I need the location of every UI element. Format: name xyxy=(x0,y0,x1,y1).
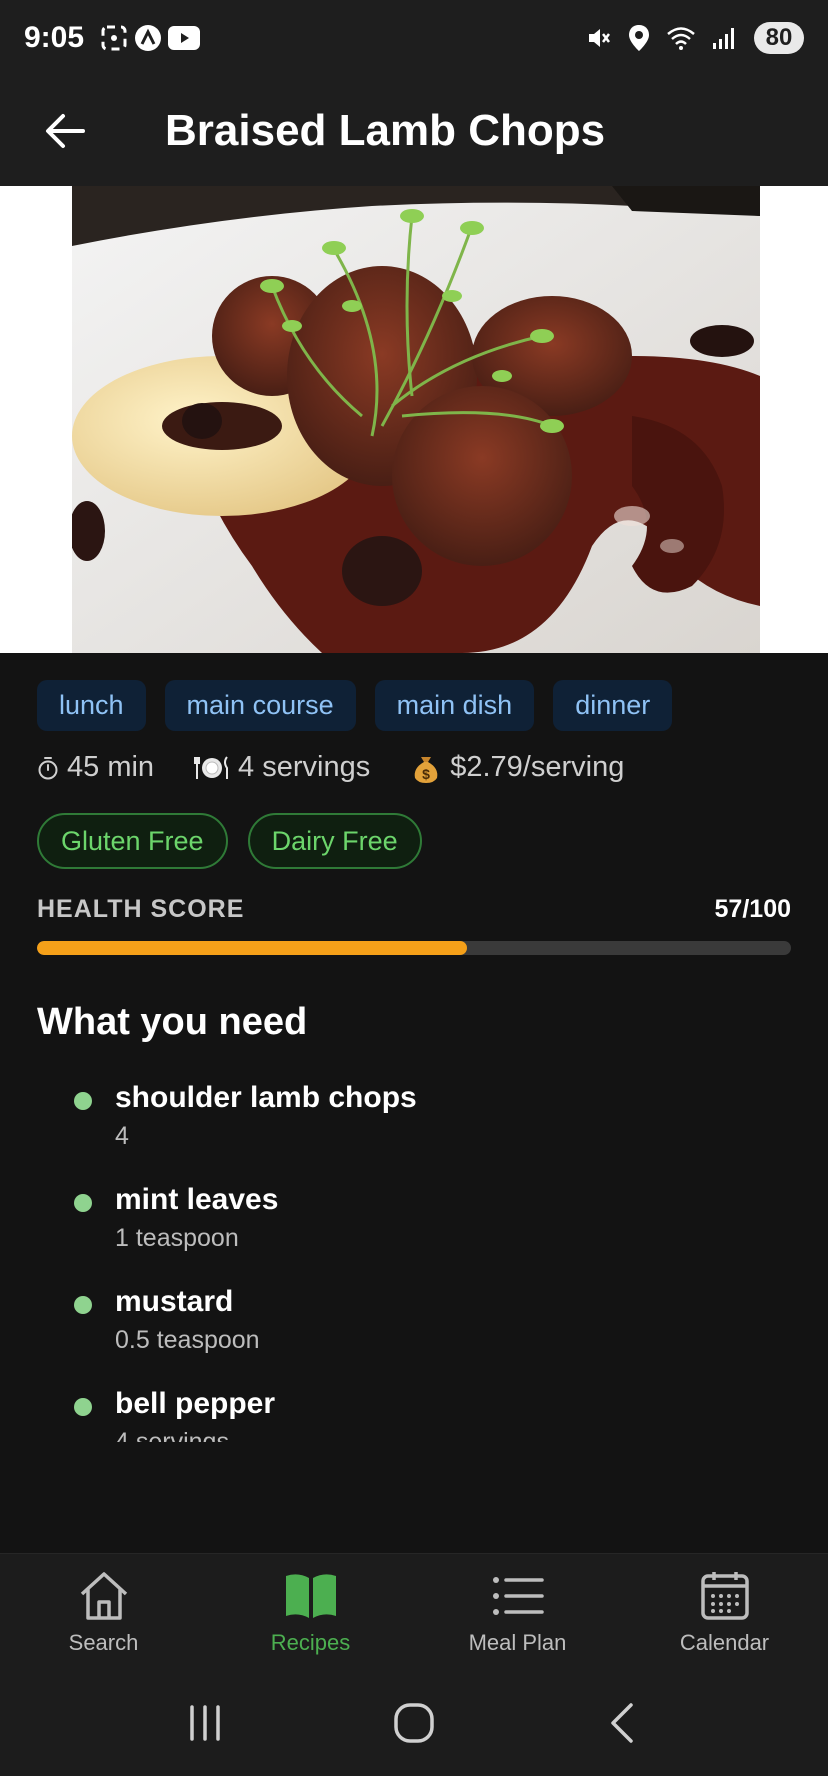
ingredient-quantity: 4 servings xyxy=(115,1428,229,1442)
ingredient-name: bell pepper xyxy=(115,1387,276,1420)
battery-indicator: 80 xyxy=(754,22,804,54)
status-bar: 9:05 80 xyxy=(0,0,828,76)
list-item: shoulder lamb chops 4 xyxy=(72,1078,772,1180)
health-score-bar xyxy=(37,941,791,955)
price-text: $2.79/serving xyxy=(450,751,625,783)
ingredient-name: mustard xyxy=(115,1285,234,1318)
list-icon xyxy=(492,1577,544,1615)
stopwatch-icon xyxy=(37,756,59,780)
nav-label: Recipes xyxy=(270,1630,351,1655)
recipe-image xyxy=(72,186,760,653)
health-score-value: 57/100 xyxy=(714,895,791,923)
recent-apps-button[interactable] xyxy=(165,1693,245,1753)
ingredient-name: mint leaves xyxy=(115,1183,279,1216)
calendar-icon xyxy=(700,1572,749,1620)
recent-apps-icon xyxy=(189,1704,220,1741)
tag-chip[interactable]: main dish xyxy=(374,680,535,731)
recipe-image-container xyxy=(0,186,828,653)
diet-list: Gluten Free Dairy Free xyxy=(37,813,422,869)
servings-text: 4 servings xyxy=(238,751,371,783)
nav-label: Search xyxy=(68,1630,139,1655)
chevron-left-icon xyxy=(611,1702,634,1743)
bullet-icon xyxy=(74,1092,92,1110)
nav-label: Calendar xyxy=(679,1630,770,1655)
status-time: 9:05 xyxy=(24,21,85,54)
diet-badge: Dairy Free xyxy=(247,813,422,869)
tag-chip[interactable]: main course xyxy=(164,680,356,731)
back-arrow-icon xyxy=(46,114,85,148)
ingredient-list: shoulder lamb chops 4 mint leaves 1 teas… xyxy=(72,1078,772,1442)
price: $ $2.79/serving xyxy=(410,751,624,784)
ingredient-quantity: 4 xyxy=(115,1122,129,1150)
page-title: Braised Lamb Chops xyxy=(165,106,606,155)
ingredient-quantity: 1 teaspoon xyxy=(115,1224,239,1252)
home-icon xyxy=(80,1572,127,1620)
tag-chip[interactable]: lunch xyxy=(37,680,146,731)
ingredient-quantity: 0.5 teaspoon xyxy=(115,1326,260,1354)
list-item: mustard 0.5 teaspoon xyxy=(72,1282,772,1384)
money-bag-icon: $ xyxy=(410,752,442,784)
recipe-meta: 45 min 4 servings $ $2.79/serving xyxy=(37,751,664,784)
bottom-navigation: Search Recipes Meal Plan Calendar xyxy=(0,1553,828,1669)
svg-text:$: $ xyxy=(422,766,430,782)
tag-chip[interactable]: dinner xyxy=(553,680,673,731)
nav-meal-plan[interactable]: Meal Plan xyxy=(414,1554,621,1669)
back-button[interactable] xyxy=(25,91,105,171)
app-notification-icon xyxy=(134,24,162,52)
tag-list: lunch main course main dish dinner xyxy=(37,680,673,731)
home-circle-icon xyxy=(394,1702,434,1743)
location-icon xyxy=(628,24,650,52)
mute-icon xyxy=(586,25,612,51)
home-button[interactable] xyxy=(374,1693,454,1753)
health-score-fill xyxy=(37,941,467,955)
nav-label: Meal Plan xyxy=(468,1630,567,1655)
wifi-icon xyxy=(666,25,696,51)
youtube-icon xyxy=(168,26,201,50)
health-score-label: HEALTH SCORE xyxy=(37,895,245,923)
system-navigation xyxy=(0,1669,828,1776)
system-back-button[interactable] xyxy=(583,1693,663,1753)
nav-calendar[interactable]: Calendar xyxy=(621,1554,828,1669)
diet-badge: Gluten Free xyxy=(37,813,228,869)
bullet-icon xyxy=(74,1194,92,1212)
app-bar: Braised Lamb Chops xyxy=(0,76,828,186)
plate-icon xyxy=(194,754,230,782)
ingredient-name: shoulder lamb chops xyxy=(115,1081,417,1114)
screenshot-icon xyxy=(100,24,128,52)
ingredients-heading: What you need xyxy=(37,1001,308,1043)
bullet-icon xyxy=(74,1398,92,1416)
signal-icon xyxy=(712,26,738,50)
list-item: mint leaves 1 teaspoon xyxy=(72,1180,772,1282)
bullet-icon xyxy=(74,1296,92,1314)
recipe-details: lunch main course main dish dinner 45 mi… xyxy=(0,653,828,1553)
nav-recipes[interactable]: Recipes xyxy=(207,1554,414,1669)
book-icon xyxy=(285,1574,336,1618)
nav-search[interactable]: Search xyxy=(0,1554,207,1669)
servings: 4 servings xyxy=(194,751,370,784)
cook-time: 45 min xyxy=(37,751,154,784)
list-item: bell pepper 4 servings xyxy=(72,1384,772,1442)
cook-time-text: 45 min xyxy=(67,751,155,783)
